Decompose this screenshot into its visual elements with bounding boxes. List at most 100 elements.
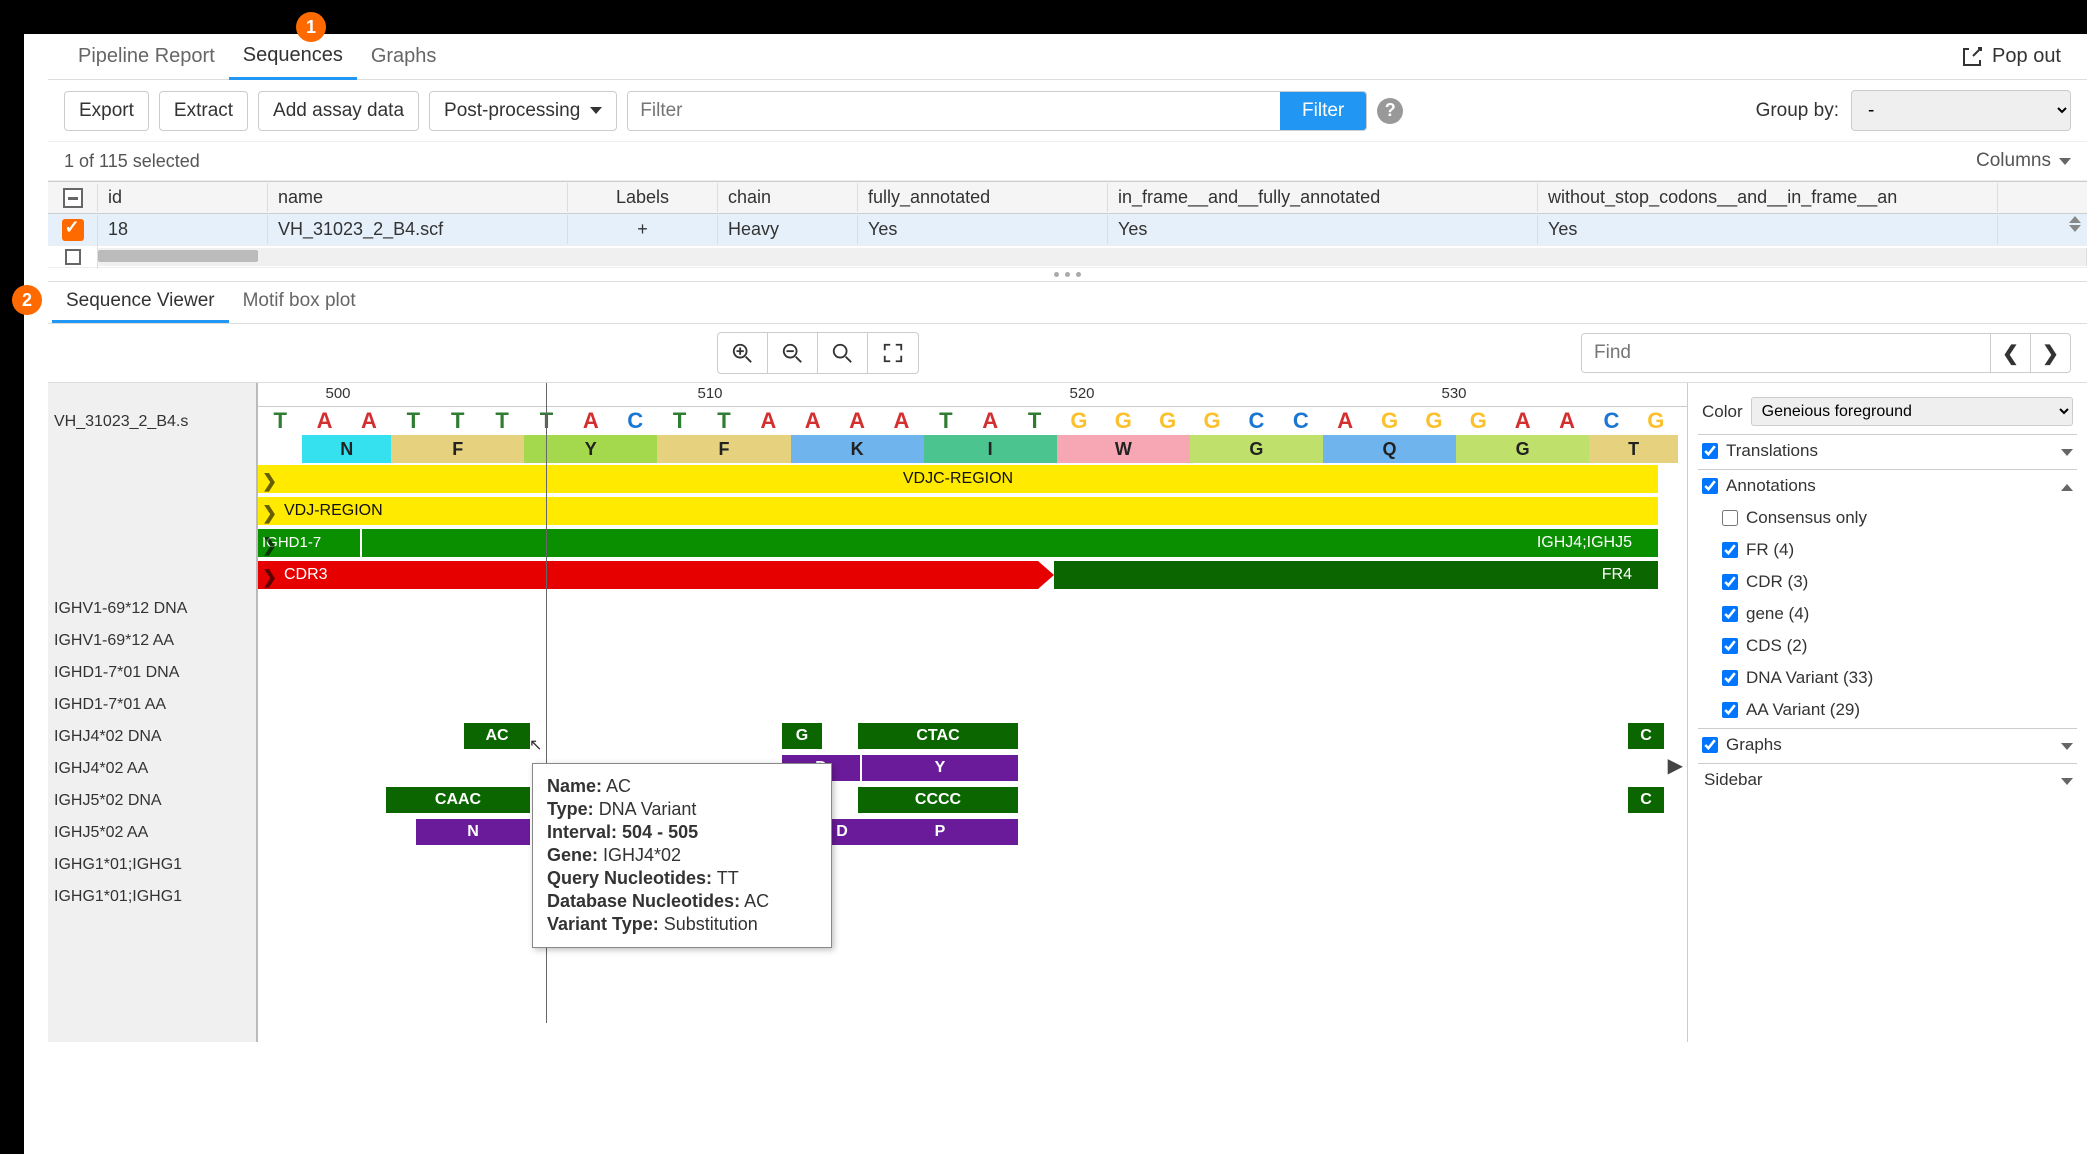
- cell-stop: Yes: [1538, 215, 1998, 244]
- nt-C: C: [1234, 407, 1278, 435]
- ruler-tick: 520: [1069, 385, 1094, 402]
- sidebar-panel: Color Geneious foreground Translations A…: [1687, 383, 2087, 1042]
- table-hscroll[interactable]: [98, 248, 2086, 266]
- translations-toggle[interactable]: [1702, 443, 1718, 459]
- col-fully-annotated[interactable]: fully_annotated: [858, 183, 1108, 212]
- aa-K: K: [791, 435, 924, 463]
- track-ighj4-02-aa: DY: [258, 755, 1687, 783]
- filter-input[interactable]: [628, 92, 1280, 130]
- tab-pipeline-report[interactable]: Pipeline Report: [64, 35, 229, 78]
- row-checkbox[interactable]: [48, 215, 98, 245]
- dna-variant-toggle[interactable]: [1722, 670, 1738, 686]
- variant-block[interactable]: P: [862, 819, 1018, 845]
- color-select[interactable]: Geneious foreground: [1751, 397, 2073, 426]
- seq-name: VH_31023_2_B4.s: [48, 407, 256, 437]
- callout-2: 2: [12, 285, 42, 315]
- aa-I: I: [924, 435, 1057, 463]
- sequence-canvas: VH_31023_2_B4.s IGHV1-69*12 DNAIGHV1-69*…: [48, 383, 1687, 1042]
- col-labels[interactable]: Labels: [568, 183, 718, 212]
- nt-T: T: [258, 407, 302, 435]
- graphs-expand[interactable]: [2061, 735, 2073, 755]
- table-vscroll[interactable]: [2069, 216, 2085, 232]
- tab-graphs[interactable]: Graphs: [357, 35, 451, 78]
- filter-box: Filter: [627, 91, 1367, 131]
- gene-toggle[interactable]: [1722, 606, 1738, 622]
- export-button[interactable]: Export: [64, 91, 149, 131]
- cell-id: 18: [98, 215, 268, 244]
- selection-bar: 1 of 115 selected Columns: [48, 142, 2087, 181]
- cell-labels-add[interactable]: +: [568, 215, 718, 244]
- zoom-controls: [717, 332, 919, 374]
- cds-toggle[interactable]: [1722, 638, 1738, 654]
- variant-block[interactable]: CTAC: [858, 723, 1018, 749]
- results-table: id name Labels chain fully_annotated in_…: [48, 181, 2087, 268]
- filter-button[interactable]: Filter: [1280, 92, 1366, 130]
- cell-name: VH_31023_2_B4.scf: [268, 215, 568, 244]
- translations-expand[interactable]: [2061, 441, 2073, 461]
- table-header: id name Labels chain fully_annotated in_…: [48, 182, 2087, 214]
- nt-T: T: [702, 407, 746, 435]
- track-label: IGHD1-7*01 AA: [48, 687, 256, 719]
- nt-C: C: [1279, 407, 1323, 435]
- fr-toggle[interactable]: [1722, 542, 1738, 558]
- annotations-toggle[interactable]: [1702, 478, 1718, 494]
- nt-A: A: [1501, 407, 1545, 435]
- aa-Y: Y: [524, 435, 657, 463]
- cdr-toggle[interactable]: [1722, 574, 1738, 590]
- group-by-select[interactable]: -: [1851, 90, 2071, 131]
- variant-block[interactable]: AC: [464, 723, 530, 749]
- annotations-collapse[interactable]: [2061, 476, 2073, 496]
- col-without-stop[interactable]: without_stop_codons__and__in_frame__an: [1538, 183, 1998, 212]
- col-name[interactable]: name: [268, 183, 568, 212]
- variant-block[interactable]: G: [782, 723, 822, 749]
- zoom-in-icon[interactable]: [718, 333, 768, 373]
- graphs-toggle[interactable]: [1702, 737, 1718, 753]
- cdr-fr-bar: CDR3 FR4: [258, 561, 1687, 591]
- help-icon[interactable]: ?: [1377, 98, 1403, 124]
- variant-block[interactable]: C: [1628, 787, 1664, 813]
- variant-block[interactable]: CCCC: [858, 787, 1018, 813]
- find-input[interactable]: [1582, 334, 1990, 372]
- variant-block[interactable]: CAAC: [386, 787, 530, 813]
- nt-T: T: [391, 407, 435, 435]
- post-processing-dropdown[interactable]: Post-processing: [429, 91, 617, 131]
- zoom-out-icon[interactable]: [768, 333, 818, 373]
- popout-button[interactable]: Pop out: [1950, 39, 2071, 75]
- mouse-cursor-icon: ↖: [529, 735, 542, 755]
- nt-T: T: [924, 407, 968, 435]
- aa-T: T: [1589, 435, 1678, 463]
- aa-W: W: [1057, 435, 1190, 463]
- add-assay-data-button[interactable]: Add assay data: [258, 91, 419, 131]
- row-checkbox-empty[interactable]: [48, 245, 98, 269]
- nt-A: A: [879, 407, 923, 435]
- main-tab-bar: Pipeline Report Sequences Graphs Pop out: [48, 34, 2087, 80]
- tab-sequence-viewer[interactable]: Sequence Viewer: [52, 282, 229, 323]
- track-label: IGHG1*01;IGHG1: [48, 847, 256, 879]
- col-in-frame[interactable]: in_frame__and__fully_annotated: [1108, 183, 1538, 212]
- table-row[interactable]: 18 VH_31023_2_B4.scf + Heavy Yes Yes Yes: [48, 214, 2087, 246]
- col-chain[interactable]: chain: [718, 183, 858, 212]
- tab-motif-box-plot[interactable]: Motif box plot: [229, 282, 370, 323]
- panel-splitter[interactable]: [48, 268, 2087, 282]
- nt-G: G: [1634, 407, 1678, 435]
- find-prev-button[interactable]: ❮: [1990, 334, 2030, 372]
- sidebar-expand[interactable]: [2061, 770, 2073, 790]
- track-label: IGHV1-69*12 DNA: [48, 591, 256, 623]
- find-box: ❮ ❯: [1581, 333, 2071, 373]
- find-next-button[interactable]: ❯: [2030, 334, 2070, 372]
- aa-variant-toggle[interactable]: [1722, 702, 1738, 718]
- extract-button[interactable]: Extract: [159, 91, 248, 131]
- variant-block[interactable]: Y: [862, 755, 1018, 781]
- variant-block[interactable]: C: [1628, 723, 1664, 749]
- select-all-checkbox[interactable]: [48, 184, 98, 212]
- zoom-selection-icon[interactable]: [818, 333, 868, 373]
- variant-block[interactable]: N: [416, 819, 530, 845]
- color-label: Color: [1702, 402, 1743, 422]
- tab-sequences[interactable]: Sequences: [229, 34, 357, 80]
- col-id[interactable]: id: [98, 183, 268, 212]
- consensus-only-toggle[interactable]: [1722, 510, 1738, 526]
- columns-menu[interactable]: Columns: [1976, 150, 2071, 172]
- scroll-right-icon[interactable]: ▶: [1668, 753, 1683, 778]
- aa-G: G: [1190, 435, 1323, 463]
- fit-icon[interactable]: [868, 333, 918, 373]
